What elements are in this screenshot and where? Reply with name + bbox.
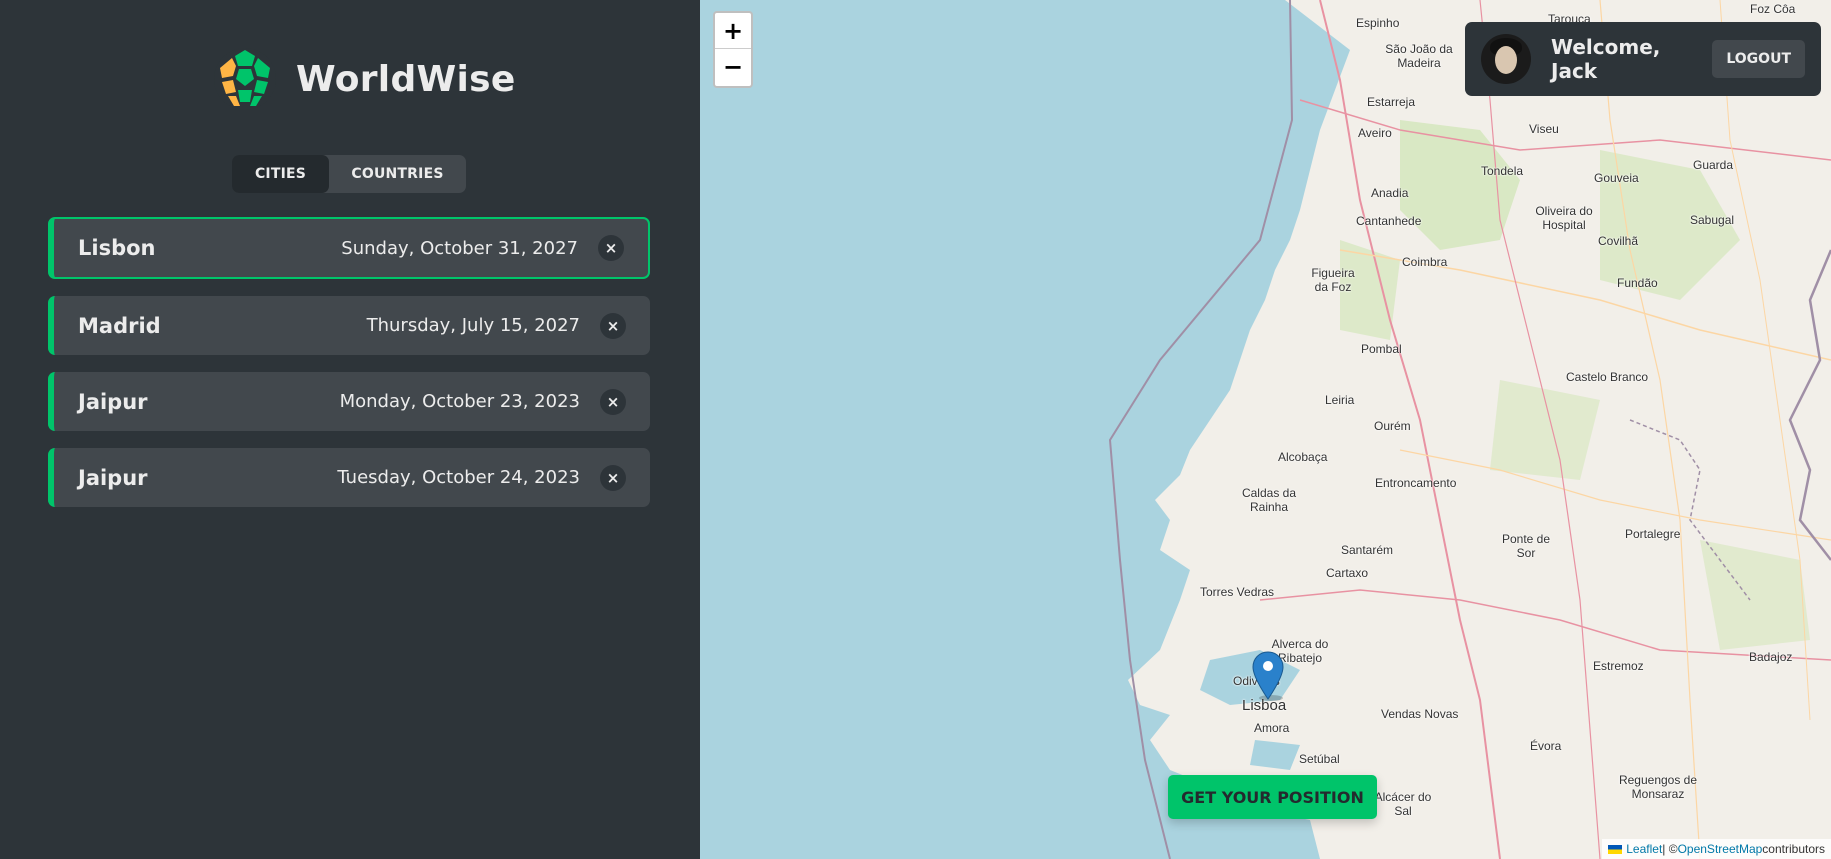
map-label: Setúbal xyxy=(1299,752,1340,766)
tab-cities[interactable]: CITIES xyxy=(232,155,329,193)
map-label: Torres Vedras xyxy=(1200,585,1275,599)
map-label: Anadia xyxy=(1371,186,1409,200)
app-name: WorldWise xyxy=(296,58,516,100)
map-label: Cartaxo xyxy=(1326,566,1369,580)
map-pin-icon[interactable] xyxy=(1251,651,1285,701)
osm-link[interactable]: OpenStreetMap xyxy=(1678,842,1763,856)
zoom-control: + − xyxy=(713,11,753,88)
map-label: Alcobaça xyxy=(1278,450,1328,464)
map-label: Fundão xyxy=(1617,276,1658,290)
map-label: Reguengos de Monsaraz xyxy=(1618,773,1698,801)
map-label: Viseu xyxy=(1529,122,1559,136)
sidebar: WorldWise CITIES COUNTRIES Lisbon Sunday… xyxy=(0,0,700,859)
map-label: Estremoz xyxy=(1593,659,1644,673)
map-label: Aveiro xyxy=(1358,126,1392,140)
map-label: Castelo Branco xyxy=(1566,370,1649,384)
delete-city-button[interactable]: × xyxy=(600,464,626,491)
city-date: Sunday, October 31, 2027 xyxy=(341,237,578,259)
map-attribution: Leaflet | © OpenStreetMap contributors xyxy=(1602,839,1831,859)
map[interactable]: Espinho São João da Madeira Estarreja Av… xyxy=(700,0,1831,859)
city-item[interactable]: Lisbon Sunday, October 31, 2027 × xyxy=(48,217,650,279)
city-list: Lisbon Sunday, October 31, 2027 × Madrid… xyxy=(48,217,650,524)
map-label: Sabugal xyxy=(1690,213,1735,227)
city-name: Jaipur xyxy=(78,465,148,490)
map-label: Leiria xyxy=(1325,393,1355,407)
map-label: Amora xyxy=(1254,721,1290,735)
city-item[interactable]: Madrid Thursday, July 15, 2027 × xyxy=(48,296,650,355)
get-position-button[interactable]: GET YOUR POSITION xyxy=(1168,775,1377,819)
leaflet-link[interactable]: Leaflet xyxy=(1626,842,1662,856)
map-label: Guarda xyxy=(1693,158,1734,172)
map-label: Covilhã xyxy=(1598,234,1639,248)
user-panel: Welcome, Jack LOGOUT xyxy=(1465,22,1821,96)
logout-button[interactable]: LOGOUT xyxy=(1712,40,1805,78)
city-name: Lisbon xyxy=(78,236,156,260)
map-label: Alcácer do Sal xyxy=(1374,790,1432,818)
zoom-out-button[interactable]: − xyxy=(715,49,751,85)
delete-city-button[interactable]: × xyxy=(600,388,626,415)
map-label: Tondela xyxy=(1481,164,1524,178)
map-label: Santarém xyxy=(1341,543,1394,557)
app-nav: CITIES COUNTRIES xyxy=(232,155,466,193)
ukraine-flag-icon xyxy=(1608,844,1623,854)
map-label: Figueira da Foz xyxy=(1311,266,1355,294)
zoom-in-button[interactable]: + xyxy=(715,13,751,49)
map-label: Évora xyxy=(1530,739,1562,753)
map-label: Ponte de Sor xyxy=(1501,532,1551,560)
map-label: Oliveira do Hospital xyxy=(1535,204,1593,232)
map-label: Gouveia xyxy=(1594,171,1639,185)
city-item[interactable]: Jaipur Tuesday, October 24, 2023 × xyxy=(48,448,650,507)
map-label: Ourém xyxy=(1374,419,1411,433)
city-date: Thursday, July 15, 2027 xyxy=(366,315,580,336)
city-date: Tuesday, October 24, 2023 xyxy=(337,467,580,488)
city-item[interactable]: Jaipur Monday, October 23, 2023 × xyxy=(48,372,650,431)
delete-city-button[interactable]: × xyxy=(600,312,626,339)
city-name: Madrid xyxy=(78,313,161,338)
welcome-text: Welcome, Jack xyxy=(1551,35,1661,83)
tab-countries[interactable]: COUNTRIES xyxy=(329,155,466,193)
city-name: Jaipur xyxy=(78,389,148,414)
map-label: Caldas da Rainha xyxy=(1241,486,1297,514)
map-label: Espinho xyxy=(1356,16,1400,30)
map-label: Cantanhede xyxy=(1356,214,1422,228)
app-logo[interactable]: WorldWise xyxy=(212,46,516,112)
map-label: Badajoz xyxy=(1749,650,1793,664)
delete-city-button[interactable]: × xyxy=(598,235,624,261)
globe-logo-icon xyxy=(214,48,276,110)
attribution-separator: | © xyxy=(1662,842,1678,856)
map-label: Coimbra xyxy=(1402,255,1448,269)
map-label: Portalegre xyxy=(1625,527,1681,541)
city-date: Monday, October 23, 2023 xyxy=(339,391,580,412)
attribution-suffix: contributors xyxy=(1762,842,1825,856)
map-label: Foz Côa xyxy=(1750,2,1796,16)
map-label: Pombal xyxy=(1361,342,1402,356)
avatar xyxy=(1481,34,1531,84)
map-label: Vendas Novas xyxy=(1381,707,1459,721)
map-label: Estarreja xyxy=(1367,95,1416,109)
map-label: São João da Madeira xyxy=(1385,42,1453,70)
map-label: Entroncamento xyxy=(1375,476,1457,490)
